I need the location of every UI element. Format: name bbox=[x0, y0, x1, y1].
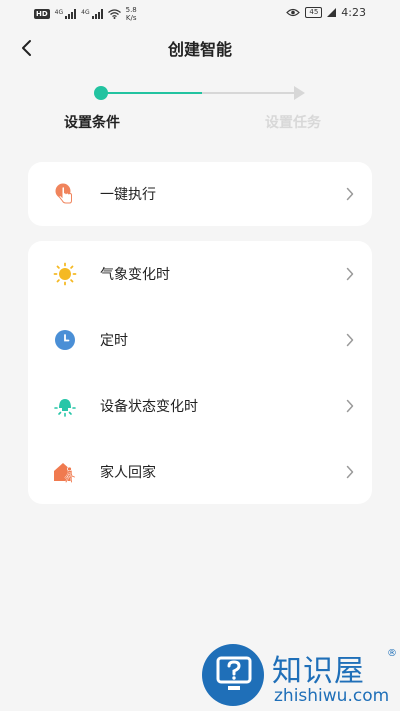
chevron-right-icon bbox=[344, 266, 356, 282]
step-label-conditions: 设置条件 bbox=[64, 115, 120, 131]
step-progress-done bbox=[101, 92, 202, 94]
eye-icon bbox=[286, 8, 301, 17]
battery-level: 45 bbox=[309, 8, 319, 16]
watermark-logo: 知识屋 ® zhishiwu.com bbox=[200, 642, 400, 711]
chevron-right-icon bbox=[344, 398, 356, 414]
list-item-weather[interactable]: 气象变化时 bbox=[28, 241, 372, 307]
list-item-family-home[interactable]: 家人回家 bbox=[28, 439, 372, 505]
list-item-label: 一键执行 bbox=[100, 187, 156, 203]
clock-icon bbox=[53, 328, 77, 352]
network-speed: 5.8 K/s bbox=[126, 6, 137, 22]
watermark-name: 知识屋 bbox=[272, 654, 365, 689]
status-left: HD 4G 4G 5.8 K/s bbox=[34, 6, 137, 22]
condition-list-card: 气象变化时 定时 设备状态变化时 家人回家 bbox=[28, 241, 372, 504]
step-label-tasks: 设置任务 bbox=[265, 115, 321, 131]
speed-unit: K/s bbox=[125, 14, 137, 22]
list-item-label: 定时 bbox=[100, 333, 128, 349]
stepper: 设置条件 设置任务 bbox=[0, 80, 400, 140]
signal-icon: 4G bbox=[54, 9, 77, 19]
sun-icon bbox=[53, 262, 77, 286]
list-item-device-state[interactable]: 设备状态变化时 bbox=[28, 373, 372, 439]
signal-icon-2: 4G bbox=[81, 9, 103, 19]
chevron-right-icon bbox=[344, 464, 356, 480]
tap-hand-icon bbox=[53, 182, 77, 206]
speed-value: 5.8 bbox=[125, 6, 137, 14]
hd-badge: HD bbox=[34, 9, 50, 19]
header: 创建智能 bbox=[0, 26, 400, 70]
home-person-icon bbox=[53, 460, 77, 484]
status-right: 45 4:23 bbox=[286, 6, 366, 19]
network-type-label: 4G bbox=[54, 9, 64, 16]
wifi-icon bbox=[107, 9, 121, 19]
chevron-right-icon bbox=[344, 332, 356, 348]
network-type-label-2: 4G bbox=[81, 9, 90, 16]
watermark-registered: ® bbox=[387, 648, 397, 659]
device-light-icon bbox=[53, 394, 77, 418]
manual-trigger-card: 一键执行 bbox=[28, 162, 372, 226]
step-progress-remaining bbox=[202, 92, 296, 94]
list-item-label: 设备状态变化时 bbox=[100, 399, 198, 415]
page-title: 创建智能 bbox=[167, 40, 232, 59]
battery-icon: 45 bbox=[305, 7, 323, 18]
watermark-url: zhishiwu.com bbox=[274, 686, 390, 706]
help-monitor-icon bbox=[216, 656, 252, 690]
clock-time: 4:23 bbox=[341, 6, 366, 19]
list-item-timer[interactable]: 定时 bbox=[28, 307, 372, 373]
list-item-one-tap[interactable]: 一键执行 bbox=[28, 162, 372, 226]
status-bar: HD 4G 4G 5.8 K/s 45 4:23 bbox=[0, 0, 400, 26]
list-item-label: 气象变化时 bbox=[100, 267, 170, 283]
list-item-label: 家人回家 bbox=[100, 465, 156, 481]
step-arrow-icon bbox=[294, 86, 305, 100]
wifi-signal-icon bbox=[327, 8, 337, 17]
step-current-dot bbox=[94, 86, 108, 100]
chevron-right-icon bbox=[344, 186, 356, 202]
